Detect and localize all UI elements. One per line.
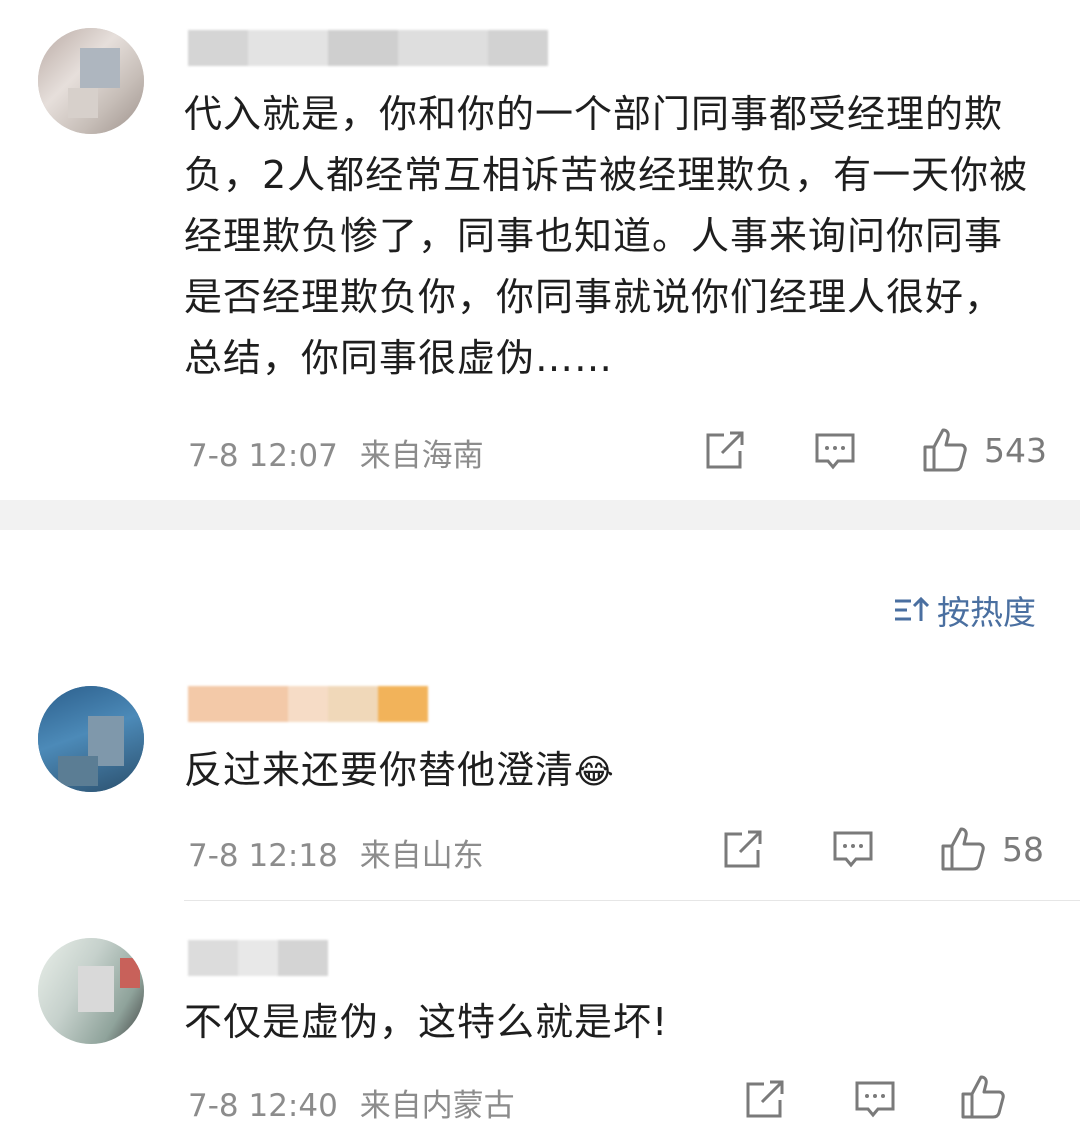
share-icon <box>724 830 762 868</box>
avatar[interactable] <box>38 28 144 134</box>
like-count: 58 <box>1002 829 1044 869</box>
comment-meta: 7-8 12:18 来自山东 <box>188 830 484 875</box>
comment-divider <box>184 900 1080 901</box>
comment-time: 7-8 12:18 <box>188 838 338 874</box>
laughing-emoji: 😂 <box>574 752 615 792</box>
comment-location: 来自内蒙古 <box>359 1088 515 1124</box>
thumbs-up-icon <box>941 827 985 871</box>
comment-time: 7-8 12:40 <box>188 1088 338 1124</box>
username-blurred[interactable] <box>188 30 548 66</box>
comment-time: 7-8 12:07 <box>188 438 338 474</box>
comment-icon <box>855 1081 895 1118</box>
username-blurred[interactable] <box>188 940 328 976</box>
section-separator <box>0 500 1080 530</box>
share-button[interactable] <box>722 830 764 870</box>
sort-icon <box>895 596 929 621</box>
comment-meta: 7-8 12:07 来自海南 <box>188 430 484 475</box>
comment-text-body: 反过来还要你替他澄清 <box>184 748 575 792</box>
comment-location: 来自海南 <box>359 438 484 474</box>
avatar[interactable] <box>38 686 144 792</box>
share-icon <box>706 431 744 469</box>
avatar[interactable] <box>38 938 144 1044</box>
comment-icon <box>833 831 873 868</box>
comment-text: 代入就是，你和你的一个部门同事都受经理的欺负，2人都经常互相诉苦被经理欺负，有一… <box>184 92 1029 380</box>
like-button[interactable] <box>960 1074 1022 1120</box>
share-icon <box>746 1080 784 1118</box>
comment-text: 反过来还要你替他澄清😂 <box>184 740 1036 803</box>
thumbs-up-icon <box>961 1075 1005 1119</box>
username-blurred[interactable] <box>188 686 428 722</box>
share-button[interactable] <box>744 1080 786 1120</box>
comment-meta: 7-8 12:40 来自内蒙古 <box>188 1080 515 1125</box>
thumbs-up-icon <box>923 428 967 472</box>
sort-label: 按热度 <box>937 593 1036 632</box>
comment-icon <box>815 433 855 470</box>
like-count: 543 <box>984 430 1047 470</box>
reply-button[interactable] <box>854 1080 896 1120</box>
comment-text: 不仅是虚伪，这特么就是坏! <box>184 1000 669 1044</box>
comment-2: 反过来还要你替他澄清😂 <box>0 670 1080 900</box>
reply-button[interactable] <box>814 432 856 472</box>
like-button[interactable]: 543 <box>922 427 1047 473</box>
reply-button[interactable] <box>832 830 874 870</box>
comment-location: 来自山东 <box>359 838 484 874</box>
comment-1: 代入就是，你和你的一个部门同事都受经理的欺负，2人都经常互相诉苦被经理欺负，有一… <box>0 0 1080 500</box>
share-button[interactable] <box>704 431 746 471</box>
like-button[interactable]: 58 <box>940 826 1044 872</box>
sort-button[interactable]: 按热度 <box>893 586 1036 634</box>
